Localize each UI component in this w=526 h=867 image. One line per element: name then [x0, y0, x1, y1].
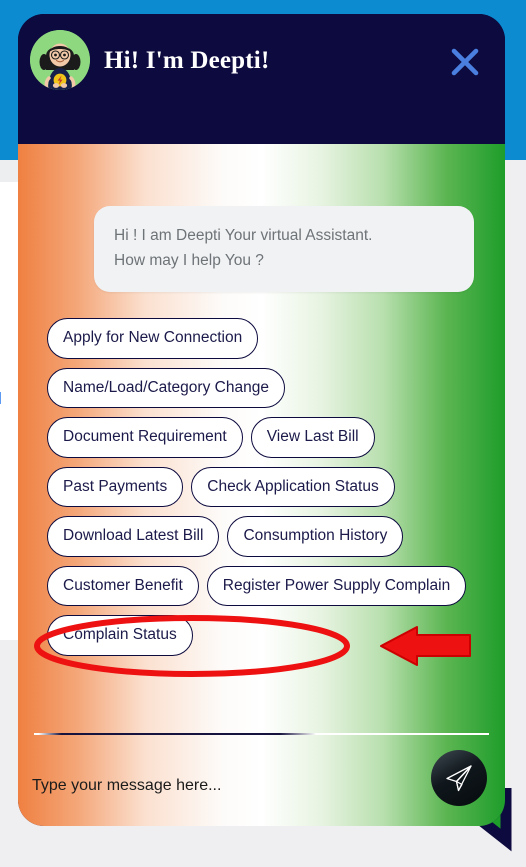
quick-reply-complain-status[interactable]: Complain Status: [47, 615, 193, 656]
message-input[interactable]: [32, 777, 402, 795]
page-link-fragment[interactable]: al: [0, 389, 18, 409]
quick-reply-apply-for-new-connection[interactable]: Apply for New Connection: [47, 318, 259, 359]
composer: [18, 746, 505, 826]
quick-reply-document-requirement[interactable]: Document Requirement: [47, 417, 243, 458]
bot-message-line-1: Hi ! I am Deepti Your virtual Assistant.: [114, 227, 373, 244]
quick-reply-download-latest-bill[interactable]: Download Latest Bill: [47, 516, 220, 557]
paper-plane-icon: [446, 765, 472, 792]
bot-message-bubble: Hi ! I am Deepti Your virtual Assistant.…: [94, 206, 474, 292]
chat-widget: Hi! I'm Deepti! Hi ! I am Deepti Your vi…: [18, 14, 505, 826]
quick-reply-name-load-category-change[interactable]: Name/Load/Category Change: [47, 367, 285, 408]
deepti-avatar: [30, 30, 90, 90]
quick-reply-view-last-bill[interactable]: View Last Bill: [250, 417, 375, 458]
quick-reply-customer-benefit[interactable]: Customer Benefit: [47, 565, 199, 606]
quick-reply-register-power-supply-complain[interactable]: Register Power Supply Complain: [206, 565, 467, 606]
quick-reply-check-application-status[interactable]: Check Application Status: [191, 466, 395, 507]
bot-message-line-2: How may I help You ?: [114, 252, 264, 269]
chat-header-title: Hi! I'm Deepti!: [104, 47, 270, 74]
chat-header: Hi! I'm Deepti!: [18, 14, 505, 144]
quick-reply-consumption-history[interactable]: Consumption History: [227, 516, 404, 557]
chat-message-area: Hi ! I am Deepti Your virtual Assistant.…: [18, 144, 505, 709]
send-button[interactable]: [431, 750, 487, 806]
quick-reply-list: Apply for New Connection Name/Load/Categ…: [47, 318, 467, 656]
quick-reply-past-payments[interactable]: Past Payments: [47, 466, 184, 507]
close-icon[interactable]: [443, 40, 487, 84]
composer-divider: [34, 733, 489, 735]
